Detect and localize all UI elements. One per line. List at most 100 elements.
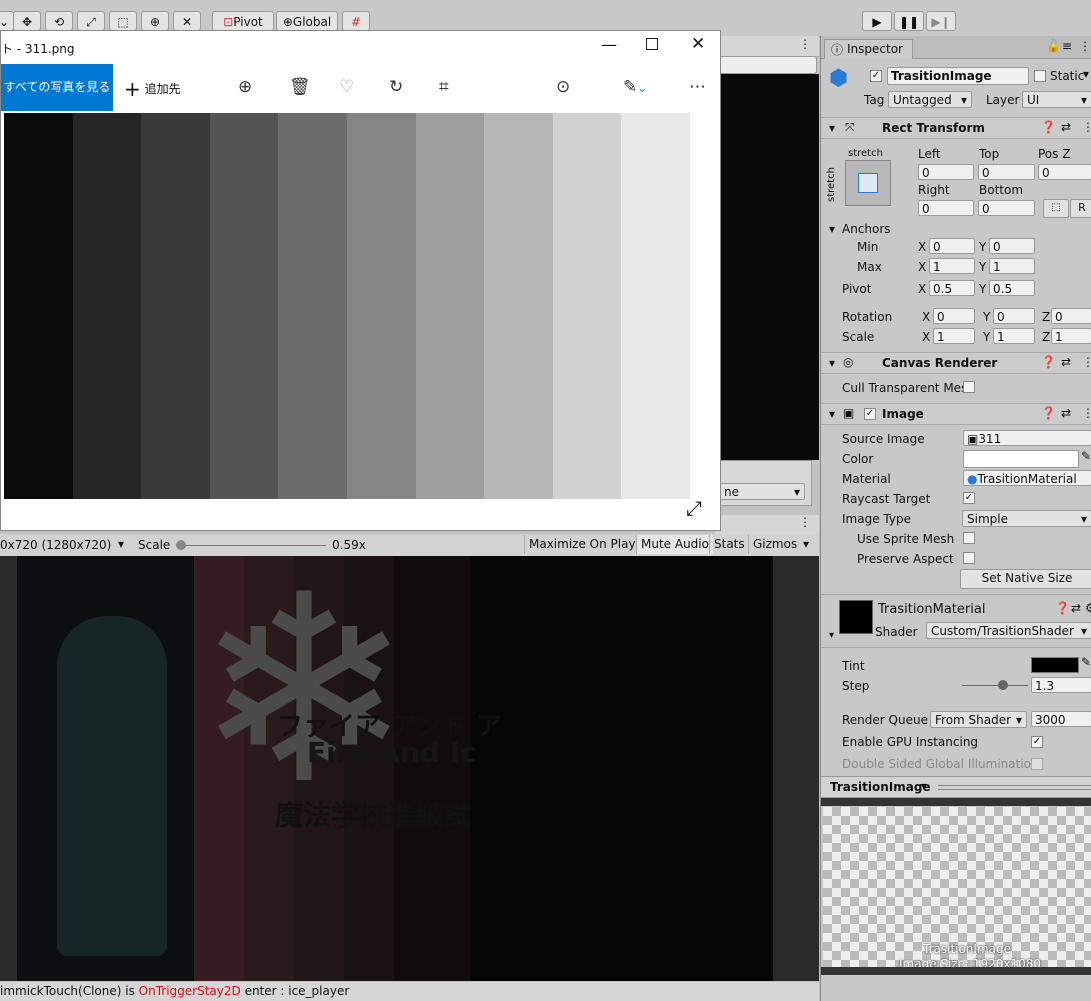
preset-icon[interactable]: ⇄	[1071, 601, 1081, 615]
shader-dropdown[interactable]: Custom/TrasitionShader	[926, 622, 1091, 639]
layer-dropdown[interactable]: UI	[1022, 91, 1091, 108]
fullscreen-icon[interactable]: ⤢	[686, 496, 702, 520]
rotate-icon[interactable]: ↻	[389, 77, 403, 97]
rotation-x-field[interactable]: 0	[933, 308, 975, 324]
help-icon[interactable]: ❓	[1055, 601, 1070, 615]
image-enabled-checkbox[interactable]: ✓	[864, 408, 876, 420]
close-icon[interactable]: ✕	[691, 34, 705, 54]
rect-tool-button[interactable]: ⬚	[109, 11, 137, 31]
scale-y-field[interactable]: 1	[993, 328, 1035, 344]
transform-tool-button[interactable]: ⊕	[141, 11, 169, 31]
console-status-bar[interactable]: immickTouch(Clone) is OnTriggerStay2D en…	[0, 982, 819, 1001]
anchor-min-x-field[interactable]: 0	[929, 238, 975, 254]
scale-z-field[interactable]: 1	[1051, 328, 1091, 344]
help-icon[interactable]: ❓	[1041, 120, 1056, 134]
zoom-icon[interactable]: ⊕	[238, 77, 252, 97]
rotation-z-field[interactable]: 0	[1051, 308, 1091, 324]
pivot-toggle[interactable]: ⊡Pivot	[212, 11, 274, 31]
tab-inspector[interactable]: ⓘ Inspector	[824, 39, 913, 59]
pivot-y-field[interactable]: 0.5	[989, 280, 1035, 296]
scene-dropdown[interactable]: ne	[719, 483, 805, 500]
render-queue-field[interactable]: 3000	[1031, 711, 1091, 727]
move-tool-button[interactable]: ✥	[13, 11, 41, 31]
preset-icon[interactable]: ⇄	[1061, 355, 1071, 369]
left-field[interactable]: 0	[918, 164, 974, 180]
mute-audio-toggle[interactable]: Mute Audio	[636, 535, 713, 554]
help-icon[interactable]: ❓	[1041, 355, 1056, 369]
render-queue-mode-dropdown[interactable]: From Shader	[930, 711, 1027, 728]
preset-icon[interactable]: ⇄	[1061, 406, 1071, 420]
eyedropper-icon[interactable]: ✎	[1081, 655, 1091, 669]
gear-icon[interactable]: ⚙	[1085, 601, 1091, 615]
resolution-dropdown[interactable]: 0x720 (1280x720)	[0, 538, 111, 552]
raycast-target-checkbox[interactable]: ✓	[963, 492, 975, 504]
static-checkbox[interactable]	[1034, 70, 1046, 82]
maximize-icon[interactable]	[646, 38, 658, 50]
preset-icon[interactable]: ⇄	[1061, 120, 1071, 134]
image-type-dropdown[interactable]: Simple	[962, 510, 1091, 527]
gizmos-toggle[interactable]: Gizmos	[748, 535, 801, 554]
foldout-arrow-icon[interactable]: ▾	[829, 222, 835, 236]
add-to-button[interactable]: + 追加先	[124, 77, 181, 101]
image-component-header[interactable]: ▾ ▣ ✓ Image ❓ ⇄ ⋮	[821, 403, 1091, 425]
delete-icon[interactable]: 🗑	[289, 77, 311, 97]
scale-x-field[interactable]: 1	[933, 328, 975, 344]
scale-slider[interactable]	[178, 545, 326, 546]
rotate-tool-button[interactable]: ⟲	[45, 11, 73, 31]
anchor-max-y-field[interactable]: 1	[989, 258, 1035, 274]
top-field[interactable]: 0	[978, 164, 1035, 180]
tint-color-swatch[interactable]	[1031, 657, 1079, 673]
view-tool-button[interactable]: ⌄	[0, 11, 14, 31]
play-button[interactable]: ▶	[862, 11, 892, 31]
crop-icon[interactable]: ⌗	[439, 77, 449, 97]
double-sided-gi-checkbox[interactable]	[1031, 758, 1043, 770]
anchor-max-x-field[interactable]: 1	[929, 258, 975, 274]
object-name-field[interactable]: TrasitionImage	[887, 67, 1029, 85]
step-value-field[interactable]: 1.3	[1031, 677, 1091, 693]
pivot-x-field[interactable]: 0.5	[929, 280, 975, 296]
custom-tool-button[interactable]: ✕	[173, 11, 201, 31]
use-sprite-mesh-checkbox[interactable]	[963, 532, 975, 544]
game-view[interactable]: ❄ ファイア アンド ア Fire And Ic 魔法学校進級試	[0, 556, 819, 981]
active-checkbox[interactable]: ✓	[870, 70, 882, 82]
bottom-field[interactable]: 0	[978, 200, 1035, 216]
raw-edit-button[interactable]: R	[1070, 199, 1091, 218]
more-icon[interactable]: ⋮	[1082, 355, 1091, 369]
set-native-size-button[interactable]: Set Native Size	[960, 569, 1091, 589]
chevron-down-icon[interactable]: ▾	[1083, 67, 1089, 81]
material-header[interactable]: ▾ TrasitionMaterial ❓ ⇄ ⚙ Shader Custom/…	[821, 594, 1091, 645]
minimize-icon[interactable]: —	[601, 35, 617, 54]
more-icon[interactable]: ⋮	[799, 515, 811, 529]
right-field[interactable]: 0	[918, 200, 974, 216]
pause-button[interactable]: ❚❚	[894, 11, 924, 31]
scene-view[interactable]	[715, 74, 819, 460]
grid-snap-button[interactable]: #	[342, 11, 370, 31]
edit-icon[interactable]: ✎⌄	[623, 77, 647, 97]
stats-toggle[interactable]: Stats	[709, 535, 749, 554]
more-options-icon[interactable]: ⋯	[689, 77, 706, 97]
lock-icon[interactable]: 🔓	[1046, 39, 1061, 53]
more-icon[interactable]: ≡	[1062, 39, 1072, 53]
rotation-y-field[interactable]: 0	[993, 308, 1035, 324]
step-button[interactable]: ▶❙	[926, 11, 956, 31]
step-slider-thumb[interactable]	[997, 680, 1008, 690]
drag-handle[interactable]	[938, 785, 1091, 790]
more-icon[interactable]: ⋮	[1082, 120, 1091, 134]
more-icon[interactable]: ⋮	[1082, 406, 1091, 420]
scale-tool-button[interactable]: ⤢	[77, 11, 105, 31]
scale-slider-thumb[interactable]	[176, 540, 186, 550]
global-toggle[interactable]: ⊕Global	[276, 11, 338, 31]
help-icon[interactable]: ❓	[1041, 406, 1056, 420]
preserve-aspect-checkbox[interactable]	[963, 552, 975, 564]
scene-search-input[interactable]	[715, 56, 817, 74]
eyedropper-icon[interactable]: ✎	[1081, 449, 1091, 463]
preview-header[interactable]: TrasitionImage ▾	[821, 776, 1091, 798]
rect-transform-header[interactable]: ▾ ⤧ Rect Transform ❓ ⇄ ⋮	[821, 117, 1091, 139]
cull-transparent-checkbox[interactable]	[963, 381, 975, 393]
canvas-renderer-header[interactable]: ▾ ◎ Canvas Renderer ❓ ⇄ ⋮	[821, 352, 1091, 374]
more-icon[interactable]: ⋮	[799, 37, 811, 51]
favorite-icon[interactable]: ♡	[339, 77, 354, 97]
anchor-presets-button[interactable]	[845, 160, 891, 206]
step-slider[interactable]	[962, 680, 1028, 690]
more-icon[interactable]: ⋮	[1079, 39, 1091, 53]
